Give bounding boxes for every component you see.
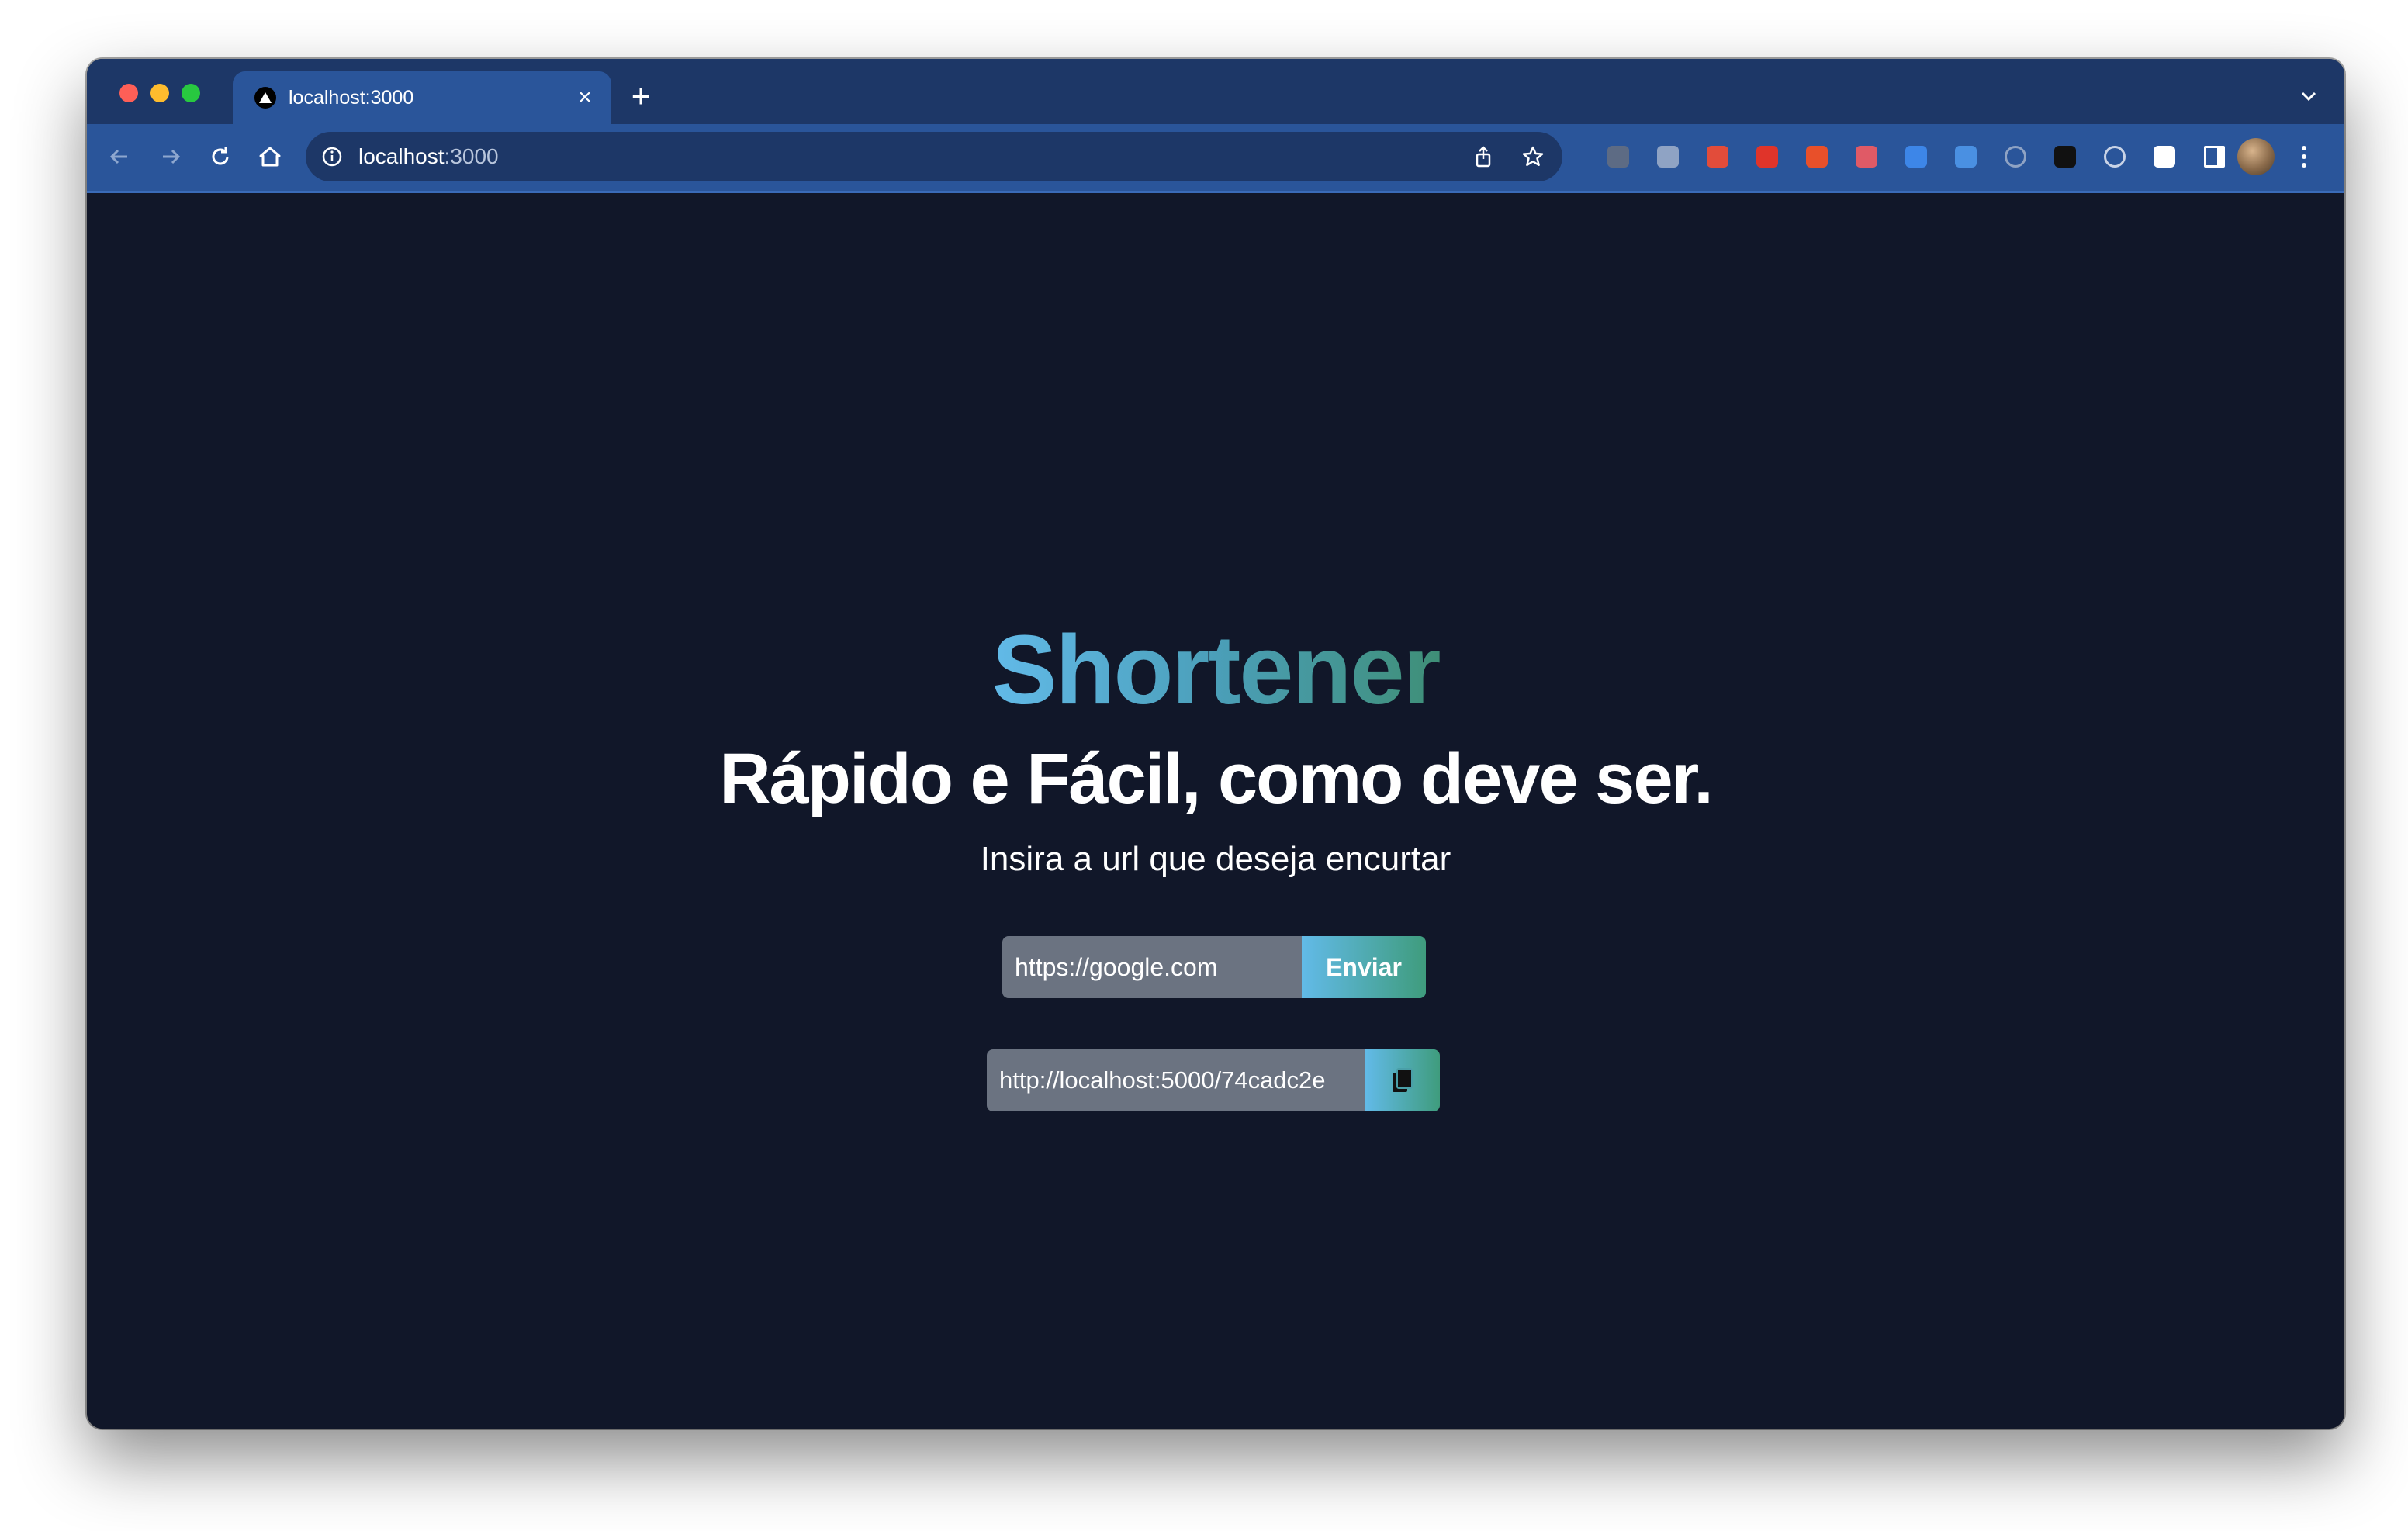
ext-target-icon-glyph bbox=[2104, 146, 2126, 168]
url-port: :3000 bbox=[444, 144, 499, 168]
ext-gnome-icon-glyph bbox=[2054, 146, 2076, 168]
site-info-icon[interactable] bbox=[321, 146, 343, 168]
tab-strip: localhost:3000 × + bbox=[87, 59, 2344, 124]
ext-target-icon[interactable] bbox=[2099, 141, 2130, 172]
ext-a-icon-glyph bbox=[2005, 146, 2026, 168]
ext-bug-icon[interactable] bbox=[1702, 141, 1733, 172]
back-arrow-icon[interactable] bbox=[102, 140, 137, 174]
url-text: localhost:3000 bbox=[358, 143, 499, 170]
forward-arrow-icon[interactable] bbox=[154, 140, 188, 174]
page-content: Shortener Rápido e Fácil, como deve ser.… bbox=[87, 193, 2344, 1429]
tab-close-icon[interactable]: × bbox=[573, 85, 597, 110]
ext-translate-icon-glyph bbox=[1955, 146, 1977, 168]
new-tab-button[interactable]: + bbox=[625, 80, 656, 112]
extensions-puzzle-icon[interactable] bbox=[2149, 141, 2180, 172]
tagline: Rápido e Fácil, como deve ser. bbox=[719, 739, 1714, 818]
brand-title-text: Shortener bbox=[991, 615, 1441, 724]
reload-icon[interactable] bbox=[203, 140, 237, 174]
subtitle: Insira a url que deseja encurtar bbox=[980, 840, 1451, 878]
ext-window-icon-glyph bbox=[1856, 146, 1877, 168]
browser-window: localhost:3000 × + localhost:3000 Shorte… bbox=[87, 59, 2344, 1429]
ext-shield-icon-glyph bbox=[1607, 146, 1629, 168]
extensions-puzzle-icon-glyph bbox=[2154, 146, 2175, 168]
more-menu-icon[interactable] bbox=[2289, 141, 2320, 172]
url-host: localhost bbox=[358, 144, 445, 168]
short-url-text: http://localhost:5000/74cadc2e bbox=[987, 1049, 1365, 1111]
ext-gnome-icon[interactable] bbox=[2050, 141, 2081, 172]
ext-c-icon-glyph bbox=[1806, 146, 1828, 168]
copy-button[interactable] bbox=[1365, 1049, 1440, 1111]
ext-translate-icon[interactable] bbox=[1950, 141, 1981, 172]
tab-localhost[interactable]: localhost:3000 × bbox=[233, 71, 611, 124]
url-input[interactable] bbox=[1002, 936, 1302, 998]
share-icon[interactable] bbox=[1471, 144, 1496, 169]
shorten-form: Enviar bbox=[1002, 936, 1426, 998]
tab-search-chevron-icon[interactable] bbox=[2295, 82, 2323, 110]
browser-toolbar: localhost:3000 bbox=[87, 124, 2344, 193]
ext-json-icon[interactable] bbox=[1652, 141, 1683, 172]
ext-hand-icon[interactable] bbox=[1752, 141, 1783, 172]
ext-bug-icon-glyph bbox=[1707, 146, 1728, 168]
ext-shield-icon[interactable] bbox=[1603, 141, 1634, 172]
tab-title: localhost:3000 bbox=[289, 87, 414, 109]
address-bar[interactable]: localhost:3000 bbox=[306, 132, 1562, 181]
ext-json-icon-glyph bbox=[1657, 146, 1679, 168]
ext-drive-icon-glyph bbox=[1905, 146, 1927, 168]
ext-drive-icon[interactable] bbox=[1901, 141, 1932, 172]
side-panel-icon[interactable] bbox=[2199, 141, 2230, 172]
nextjs-triangle-icon bbox=[254, 87, 276, 109]
ext-c-icon[interactable] bbox=[1801, 141, 1832, 172]
home-icon[interactable] bbox=[253, 140, 287, 174]
close-window-button[interactable] bbox=[119, 84, 138, 102]
side-panel-icon-glyph bbox=[2203, 146, 2225, 168]
bookmark-star-icon[interactable] bbox=[1521, 144, 1545, 169]
maximize-window-button[interactable] bbox=[182, 84, 200, 102]
result-box: http://localhost:5000/74cadc2e bbox=[987, 1049, 1440, 1111]
submit-button[interactable]: Enviar bbox=[1302, 936, 1426, 998]
ext-a-icon[interactable] bbox=[2000, 141, 2031, 172]
brand-title: Shortener bbox=[87, 612, 2344, 728]
ext-window-icon[interactable] bbox=[1851, 141, 1882, 172]
ext-hand-icon-glyph bbox=[1756, 146, 1778, 168]
minimize-window-button[interactable] bbox=[150, 84, 169, 102]
profile-avatar[interactable] bbox=[2237, 138, 2275, 175]
copy-icon bbox=[1393, 1068, 1413, 1092]
